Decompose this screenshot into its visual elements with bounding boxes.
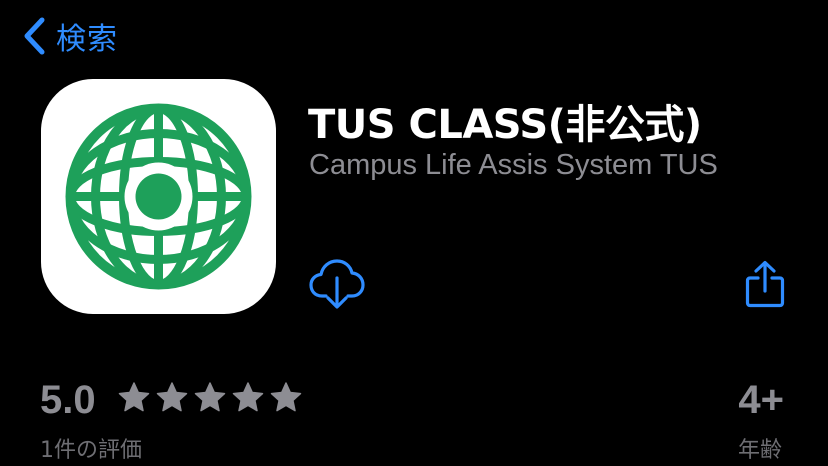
cloud-download-icon[interactable] xyxy=(309,258,365,310)
rating-value: 5.0 xyxy=(40,378,96,422)
back-label: 検索 xyxy=(56,22,118,57)
app-title: TUS CLASS(非公式) xyxy=(308,102,702,148)
rating-count: 1件の評価 xyxy=(40,438,142,463)
star-icon xyxy=(232,382,264,412)
app-subtitle[interactable]: Campus Life Assis System TUS xyxy=(309,149,718,182)
app-icon xyxy=(41,79,276,314)
star-rating xyxy=(116,376,304,418)
star-icon xyxy=(270,382,302,412)
star-icon xyxy=(156,382,188,412)
share-icon[interactable] xyxy=(744,260,786,308)
back-button[interactable]: 検索 xyxy=(22,14,118,58)
globe-logo-icon xyxy=(65,103,252,290)
star-icon xyxy=(118,382,150,412)
age-rating-value: 4+ xyxy=(738,378,784,422)
chevron-left-icon xyxy=(24,17,45,55)
age-rating-label: 年齢 xyxy=(737,438,782,463)
app-store-page: 検索 TUS CLASS(非公式) Campus Life Assis Syst… xyxy=(0,0,828,466)
star-icon xyxy=(194,382,226,412)
